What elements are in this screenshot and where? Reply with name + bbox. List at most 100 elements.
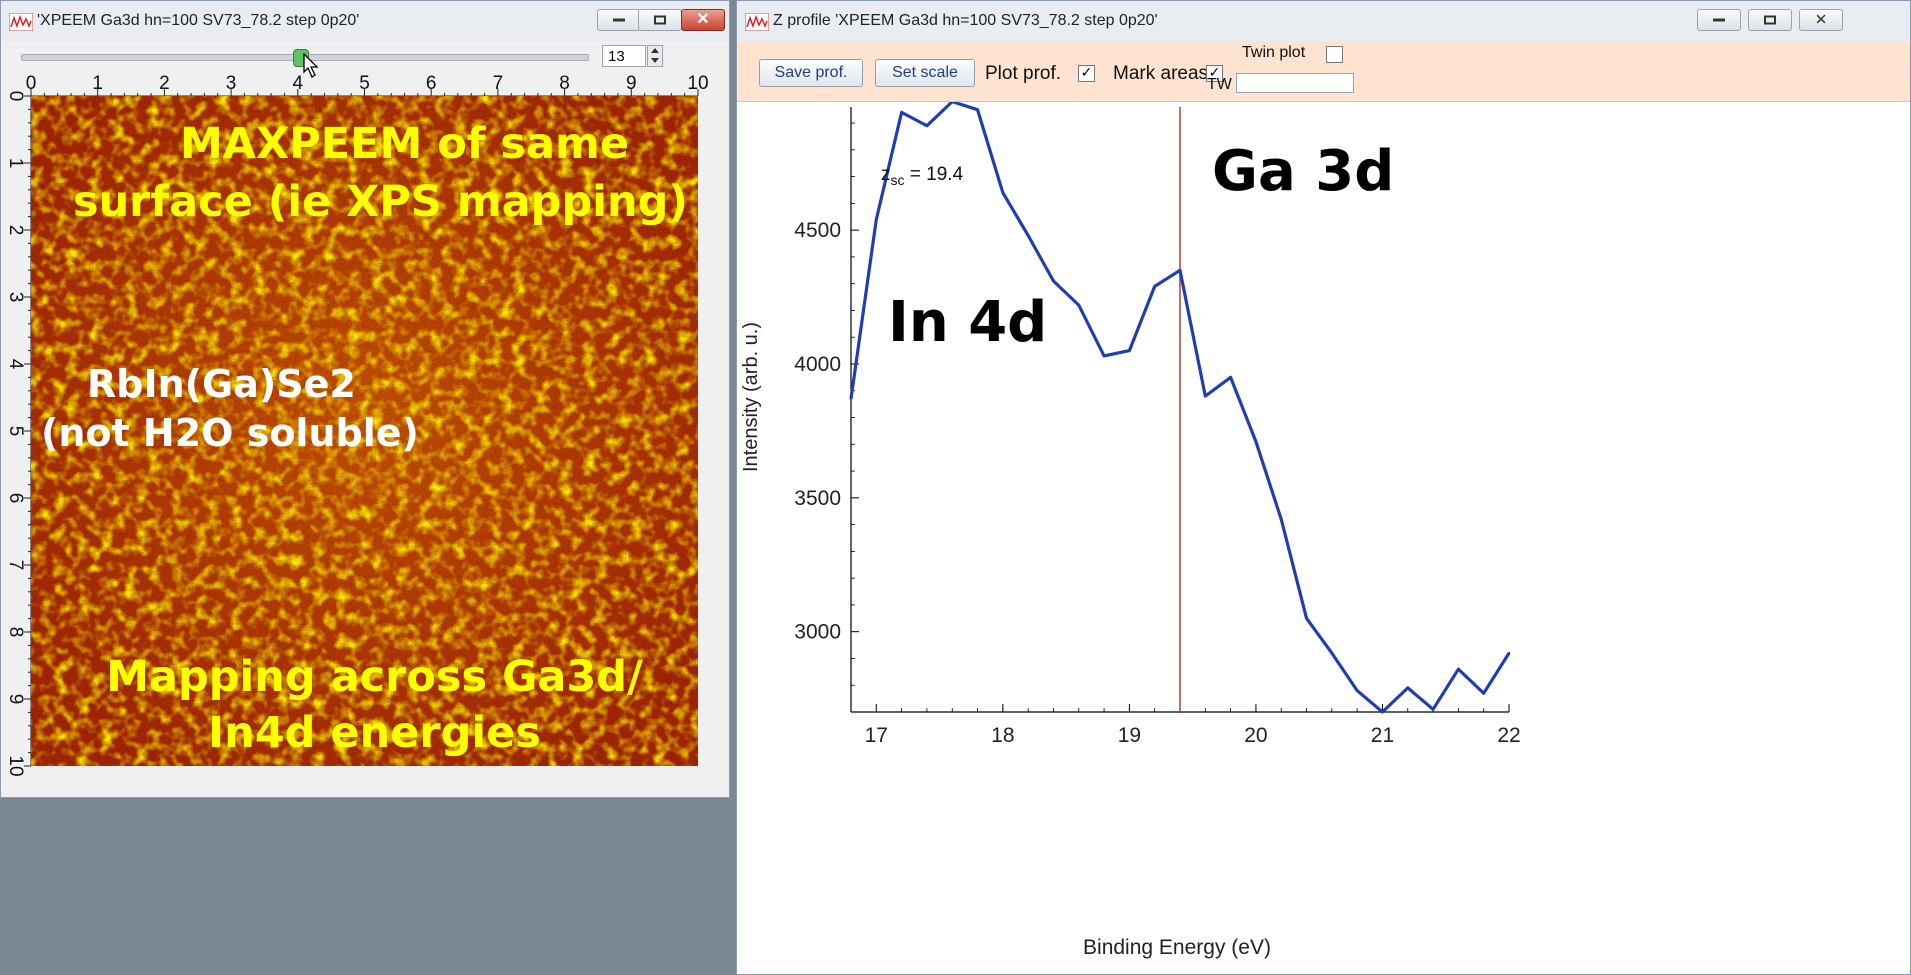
maximize-icon	[654, 15, 666, 25]
left-axis-tick-label: 10	[5, 755, 26, 776]
plot-profile-checkbox[interactable]: ✓	[1078, 65, 1095, 82]
close-button[interactable]: ✕	[1799, 9, 1843, 31]
profile-point	[1431, 708, 1435, 711]
profile-point	[1102, 354, 1106, 358]
profile-point	[1229, 376, 1232, 379]
y-tick-label: 4000	[794, 353, 841, 376]
ga3d-label: Ga 3d	[1212, 139, 1395, 204]
profile-point	[1280, 518, 1283, 521]
profile-point	[1355, 689, 1359, 692]
mark-areas-label: Mark areas	[1113, 63, 1209, 84]
image-window: 'XPEEM Ga3d hn=100 SV73_78.2 step 0p20' …	[0, 0, 730, 798]
close-button[interactable]: ✕	[681, 9, 725, 31]
profile-window-titlebar[interactable]: Z profile 'XPEEM Ga3d hn=100 SV73_78.2 s…	[737, 1, 1910, 41]
profile-point	[1381, 710, 1384, 714]
profile-point	[1077, 303, 1080, 307]
maximize-button[interactable]	[1748, 9, 1792, 31]
maximize-icon	[1764, 15, 1776, 25]
zsc-subscript: sc	[890, 171, 905, 188]
profile-point	[1153, 285, 1156, 288]
graph-icon	[745, 13, 769, 31]
graph-icon	[9, 13, 33, 31]
frame-number-spinner[interactable]	[647, 45, 663, 67]
profile-point	[1001, 191, 1005, 194]
left-axis-tick-label: 0	[5, 91, 26, 102]
profile-window: Z profile 'XPEEM Ga3d hn=100 SV73_78.2 s…	[736, 0, 1911, 975]
top-axis-tick-label: 8	[559, 73, 570, 94]
left-axis-tick-label: 5	[5, 426, 26, 437]
close-icon: ✕	[696, 11, 710, 28]
profile-point	[1052, 279, 1055, 283]
x-tick-label: 19	[1118, 724, 1141, 747]
left-axis-tick-label: 1	[5, 158, 26, 169]
in4d-label: In 4d	[888, 290, 1048, 355]
top-axis-tick-label: 10	[687, 73, 708, 94]
x-tick-label: 18	[991, 724, 1014, 747]
x-tick-label: 22	[1497, 724, 1520, 747]
top-axis-tick-label: 7	[493, 73, 504, 94]
minimize-button[interactable]	[597, 9, 641, 31]
profile-point	[1254, 440, 1258, 443]
top-axis-tick-label: 3	[226, 73, 237, 94]
image-window-titlebar[interactable]: 'XPEEM Ga3d hn=100 SV73_78.2 step 0p20' …	[1, 1, 729, 41]
x-tick-label: 20	[1244, 724, 1267, 747]
zsc-value: = 19.4	[904, 164, 964, 185]
spin-down-icon[interactable]	[651, 58, 659, 63]
top-axis-tick-label: 2	[159, 73, 170, 94]
profile-point	[875, 218, 878, 221]
overlay-line-2: surface (ie XPS mapping)	[72, 177, 689, 227]
profile-window-title: Z profile 'XPEEM Ga3d hn=100 SV73_78.2 s…	[773, 12, 1158, 29]
overlay-line-6: In4d energies	[208, 708, 541, 758]
frame-number-value: 13	[608, 48, 625, 65]
plot-profile-label: Plot prof.	[985, 63, 1062, 84]
profile-chart: 17 18 19 20 21 22 3000 3500 4000 4500 Binding Ener…	[740, 102, 1521, 959]
minimize-icon	[1713, 18, 1725, 22]
tw-label: TW	[1207, 76, 1232, 93]
profile-point	[1507, 651, 1511, 655]
close-icon: ✕	[1814, 11, 1828, 29]
twin-plot-checkbox[interactable]	[1326, 46, 1343, 63]
profile-point	[1482, 692, 1485, 695]
profile-point	[1457, 667, 1460, 671]
spin-up-icon[interactable]	[651, 48, 659, 53]
twin-plot-label: Twin plot	[1242, 44, 1306, 61]
top-axis-tick-label: 5	[359, 73, 370, 94]
x-axis-title: Binding Energy (eV)	[1083, 936, 1271, 959]
profile-point	[1406, 686, 1409, 690]
y-tick-label: 3000	[794, 621, 841, 644]
top-axis-tick-label: 0	[26, 73, 37, 94]
left-axis-tick-label: 8	[5, 627, 26, 638]
maximize-button[interactable]	[638, 9, 682, 31]
profile-toolbar: Save prof. Set scale Plot prof. ✓ Mark a…	[737, 41, 1910, 102]
frame-number-field[interactable]: 13	[602, 45, 646, 67]
overlay-line-3: RbIn(Ga)Se2	[87, 362, 356, 406]
profile-point	[900, 111, 903, 114]
profile-point	[1128, 349, 1131, 352]
top-axis-tick-label: 6	[426, 73, 437, 94]
left-axis-tick-label: 4	[5, 359, 26, 370]
profile-point	[976, 108, 979, 111]
zsc-annotation: zsc = 19.4	[881, 164, 963, 188]
save-profile-button[interactable]: Save prof.	[759, 59, 863, 87]
profile-point	[1178, 269, 1182, 272]
profile-point	[1305, 617, 1308, 620]
minimize-button[interactable]	[1697, 9, 1741, 31]
left-axis-tick-label: 7	[5, 560, 26, 571]
left-axis-tick-label: 6	[5, 493, 26, 504]
set-scale-button[interactable]: Set scale	[875, 59, 975, 87]
top-axis-tick-label: 9	[626, 73, 637, 94]
zsc-symbol: z	[881, 164, 891, 185]
profile-point	[925, 124, 929, 127]
image-window-title: 'XPEEM Ga3d hn=100 SV73_78.2 step 0p20'	[37, 12, 360, 29]
x-tick-label: 21	[1371, 724, 1394, 747]
profile-point	[1026, 234, 1030, 237]
profile-point	[1204, 394, 1207, 398]
x-tick-label: 17	[865, 724, 888, 747]
top-axis-tick-label: 1	[92, 73, 103, 94]
y-axis-title: Intensity (arb. u.)	[740, 322, 762, 472]
profile-point	[1330, 651, 1334, 655]
y-tick-label: 3500	[794, 487, 841, 510]
y-tick-label: 4500	[794, 219, 841, 242]
tw-input[interactable]	[1236, 73, 1354, 93]
left-axis-tick-label: 3	[5, 292, 26, 303]
